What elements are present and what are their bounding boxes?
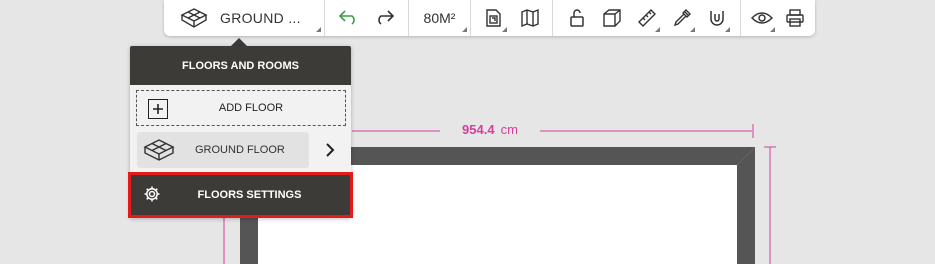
output-group <box>741 0 815 36</box>
dropdown-corner-icon <box>316 27 321 32</box>
eye-icon <box>750 12 773 24</box>
floors-settings-button[interactable]: FLOORS SETTINGS <box>128 172 353 218</box>
floors-dropdown: FLOORS AND ROOMS ADD FLOOR GROUND FLOOR … <box>128 46 353 218</box>
dropdown-corner-icon <box>724 27 730 32</box>
magnet-button[interactable] <box>701 0 733 36</box>
print-button[interactable] <box>779 0 811 36</box>
undo-button[interactable] <box>338 0 360 36</box>
dropdown-title: FLOORS AND ROOMS <box>130 46 351 85</box>
dropdown-corner-icon <box>769 27 775 32</box>
add-floor-label: ADD FLOOR <box>218 102 284 114</box>
floor-item-label: GROUND FLOOR <box>195 144 285 156</box>
floor-selector-button[interactable]: GROUND ... <box>164 0 324 36</box>
plus-icon <box>148 99 168 119</box>
cube-3d-icon <box>602 9 621 27</box>
redo-button[interactable] <box>373 0 395 36</box>
print-icon <box>785 9 804 27</box>
floor-plan-button[interactable] <box>476 0 510 36</box>
area-group: 80M² <box>409 0 471 36</box>
tools-group <box>553 0 741 36</box>
main-toolbar: GROUND ... 80M² <box>164 0 815 36</box>
floor-selector-label: GROUND ... <box>220 10 301 26</box>
view-group <box>471 0 553 36</box>
dropdown-corner-icon <box>502 27 508 32</box>
lock-icon <box>569 9 584 27</box>
pipette-icon <box>673 9 691 27</box>
dimension-unit: cm <box>500 122 518 137</box>
pipette-button[interactable] <box>666 0 698 36</box>
dropdown-corner-icon <box>654 27 660 32</box>
area-label: 80M² <box>423 10 456 26</box>
magnet-icon <box>709 11 724 26</box>
dropdown-caret <box>231 38 247 46</box>
lock-button[interactable] <box>561 0 593 36</box>
redo-icon <box>378 10 395 25</box>
floor-plan-icon <box>486 9 501 27</box>
floor-list-item: GROUND FLOOR <box>137 132 345 168</box>
floor-selector-group: GROUND ... <box>164 0 325 36</box>
floor-box-icon <box>180 7 208 29</box>
chevron-right-icon[interactable] <box>324 141 336 164</box>
area-button[interactable]: 80M² <box>409 0 470 36</box>
visibility-button[interactable] <box>746 0 778 36</box>
dimension-value: 954.4 <box>462 122 495 137</box>
dropdown-corner-icon <box>462 27 467 32</box>
map-icon <box>521 8 539 28</box>
dropdown-corner-icon <box>689 27 695 32</box>
floors-settings-label: FLOORS SETTINGS <box>197 189 302 201</box>
add-floor-button[interactable]: ADD FLOOR <box>136 90 346 126</box>
floor-item-ground[interactable]: GROUND FLOOR <box>137 132 309 168</box>
ruler-icon <box>637 9 656 27</box>
measure-button[interactable] <box>631 0 663 36</box>
width-dimension-label: 954.4 cm <box>440 121 540 139</box>
history-group <box>325 0 409 36</box>
3d-view-button[interactable] <box>596 0 628 36</box>
floor-box-icon <box>143 139 175 161</box>
map-button[interactable] <box>513 0 547 36</box>
undo-icon <box>338 10 355 25</box>
gear-icon <box>143 185 161 208</box>
